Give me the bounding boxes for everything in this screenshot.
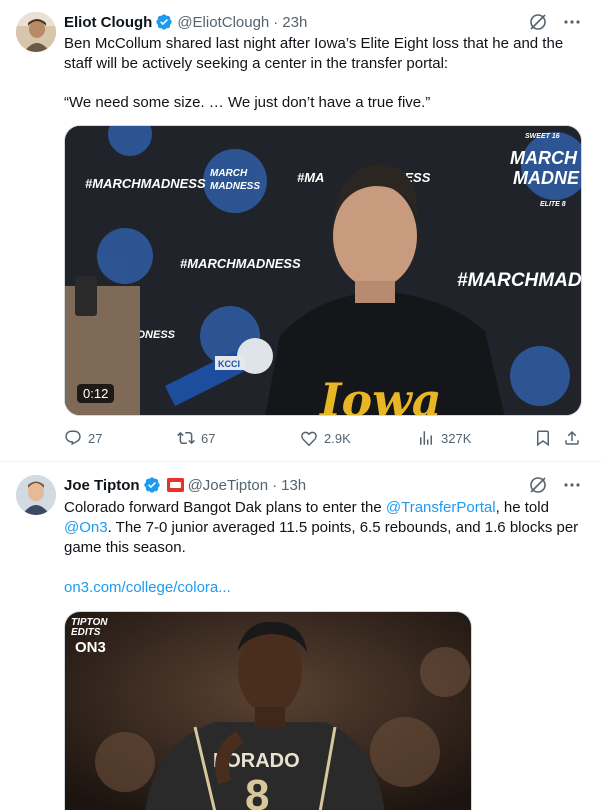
reply-button[interactable]: 27 [64,429,102,447]
backdrop-text: MADNESS [210,181,260,192]
backdrop-hashtag: #MARCHMAD [457,270,582,291]
mention-on3-link[interactable]: @On3 [64,519,108,536]
video-frame: #MARCHMADNESS #MARCHMADNESS #MA NESS #MA… [65,126,582,416]
display-name[interactable]: Eliot Clough [64,14,152,31]
more-icon[interactable] [562,475,582,495]
backdrop-text: ELITE 8 [540,201,566,208]
verified-badge-icon [143,476,161,494]
views-button[interactable]: 327K [417,429,471,447]
timestamp[interactable]: 13h [281,477,306,494]
tweet-joe-tipton[interactable]: Joe Tipton @JoeTipton · 13h Colorado for… [0,463,602,810]
tweet-video[interactable]: #MARCHMADNESS #MARCHMADNESS #MA NESS #MA… [64,125,582,416]
display-name[interactable]: Joe Tipton [64,477,140,494]
mention-transferportal-link[interactable]: @TransferPortal [386,499,496,516]
tweet-header: Joe Tipton @JoeTipton · 13h [64,475,306,495]
bookmark-button[interactable] [534,429,552,447]
watermark-text: TIPTON EDITS [71,618,107,638]
article-url-link[interactable]: on3.com/college/colora... [64,578,584,598]
repost-button[interactable]: 67 [177,429,215,447]
backdrop-hashtag: #MARCHMADNESS [180,256,301,271]
tweet-text: Colorado forward Bangot Dak plans to ent… [64,498,584,558]
grok-icon[interactable] [528,475,548,495]
share-button[interactable] [563,429,581,447]
avatar[interactable] [16,12,56,52]
backdrop-text: MARCH [210,168,248,179]
user-handle[interactable]: @EliotClough [177,14,269,31]
views-icon [420,431,432,445]
verified-badge-icon [155,13,173,31]
tweet-image[interactable]: LORADO 8 TIPTON EDITS ON3 [64,611,472,810]
backdrop-text: MARCH [510,148,578,168]
backdrop-hashtag: #MA [297,170,324,185]
affiliate-badge-icon[interactable] [166,478,184,492]
tweet-quote-text: “We need some size. … We just don’t have… [64,94,431,111]
player-photo: LORADO 8 [65,612,471,810]
watermark-line: EDITS [71,627,101,638]
bookmark-icon [537,430,549,447]
repost-count: 67 [201,430,216,446]
like-button[interactable]: 2.9K [300,429,351,447]
shirt-logo: Iowa [318,373,442,416]
reply-count: 27 [88,430,103,446]
tweet-header: Eliot Clough @EliotClough · 23h [64,12,307,32]
text-segment: . The 7-0 junior averaged 11.5 points, 6… [64,519,579,556]
repost-icon [177,431,195,445]
like-icon [301,431,317,447]
tweet-text: Ben McCollum shared last night after Iow… [64,35,564,72]
reply-icon [65,430,81,446]
views-count: 327K [441,430,472,446]
mic-flag: KCCI [218,359,240,369]
more-icon[interactable] [562,12,582,32]
tweet-top-actions [528,12,582,32]
text-segment: , he told [495,499,549,516]
tweet-eliot-clough[interactable]: Eliot Clough @EliotClough · 23h Ben McCo… [0,0,602,462]
grok-icon[interactable] [528,12,548,32]
text-segment: Colorado forward Bangot Dak plans to ent… [64,499,386,516]
share-icon [565,430,579,445]
backdrop-text: MADNE [513,168,580,188]
separator-dot: · [273,13,279,31]
brand-logo: ON3 [75,639,106,656]
like-count: 2.9K [324,430,351,446]
jersey-number: 8 [245,771,269,810]
user-handle[interactable]: @JoeTipton [188,477,269,494]
video-duration: 0:12 [77,384,115,403]
avatar[interactable] [16,475,56,515]
separator-dot: · [272,476,278,494]
tweet-top-actions [528,475,582,495]
timestamp[interactable]: 23h [282,14,307,31]
backdrop-hashtag: #MARCHMADNESS [85,176,206,191]
backdrop-text: SWEET 16 [525,133,560,140]
tweet-actions: 27 67 2.9K 327K [64,428,582,448]
